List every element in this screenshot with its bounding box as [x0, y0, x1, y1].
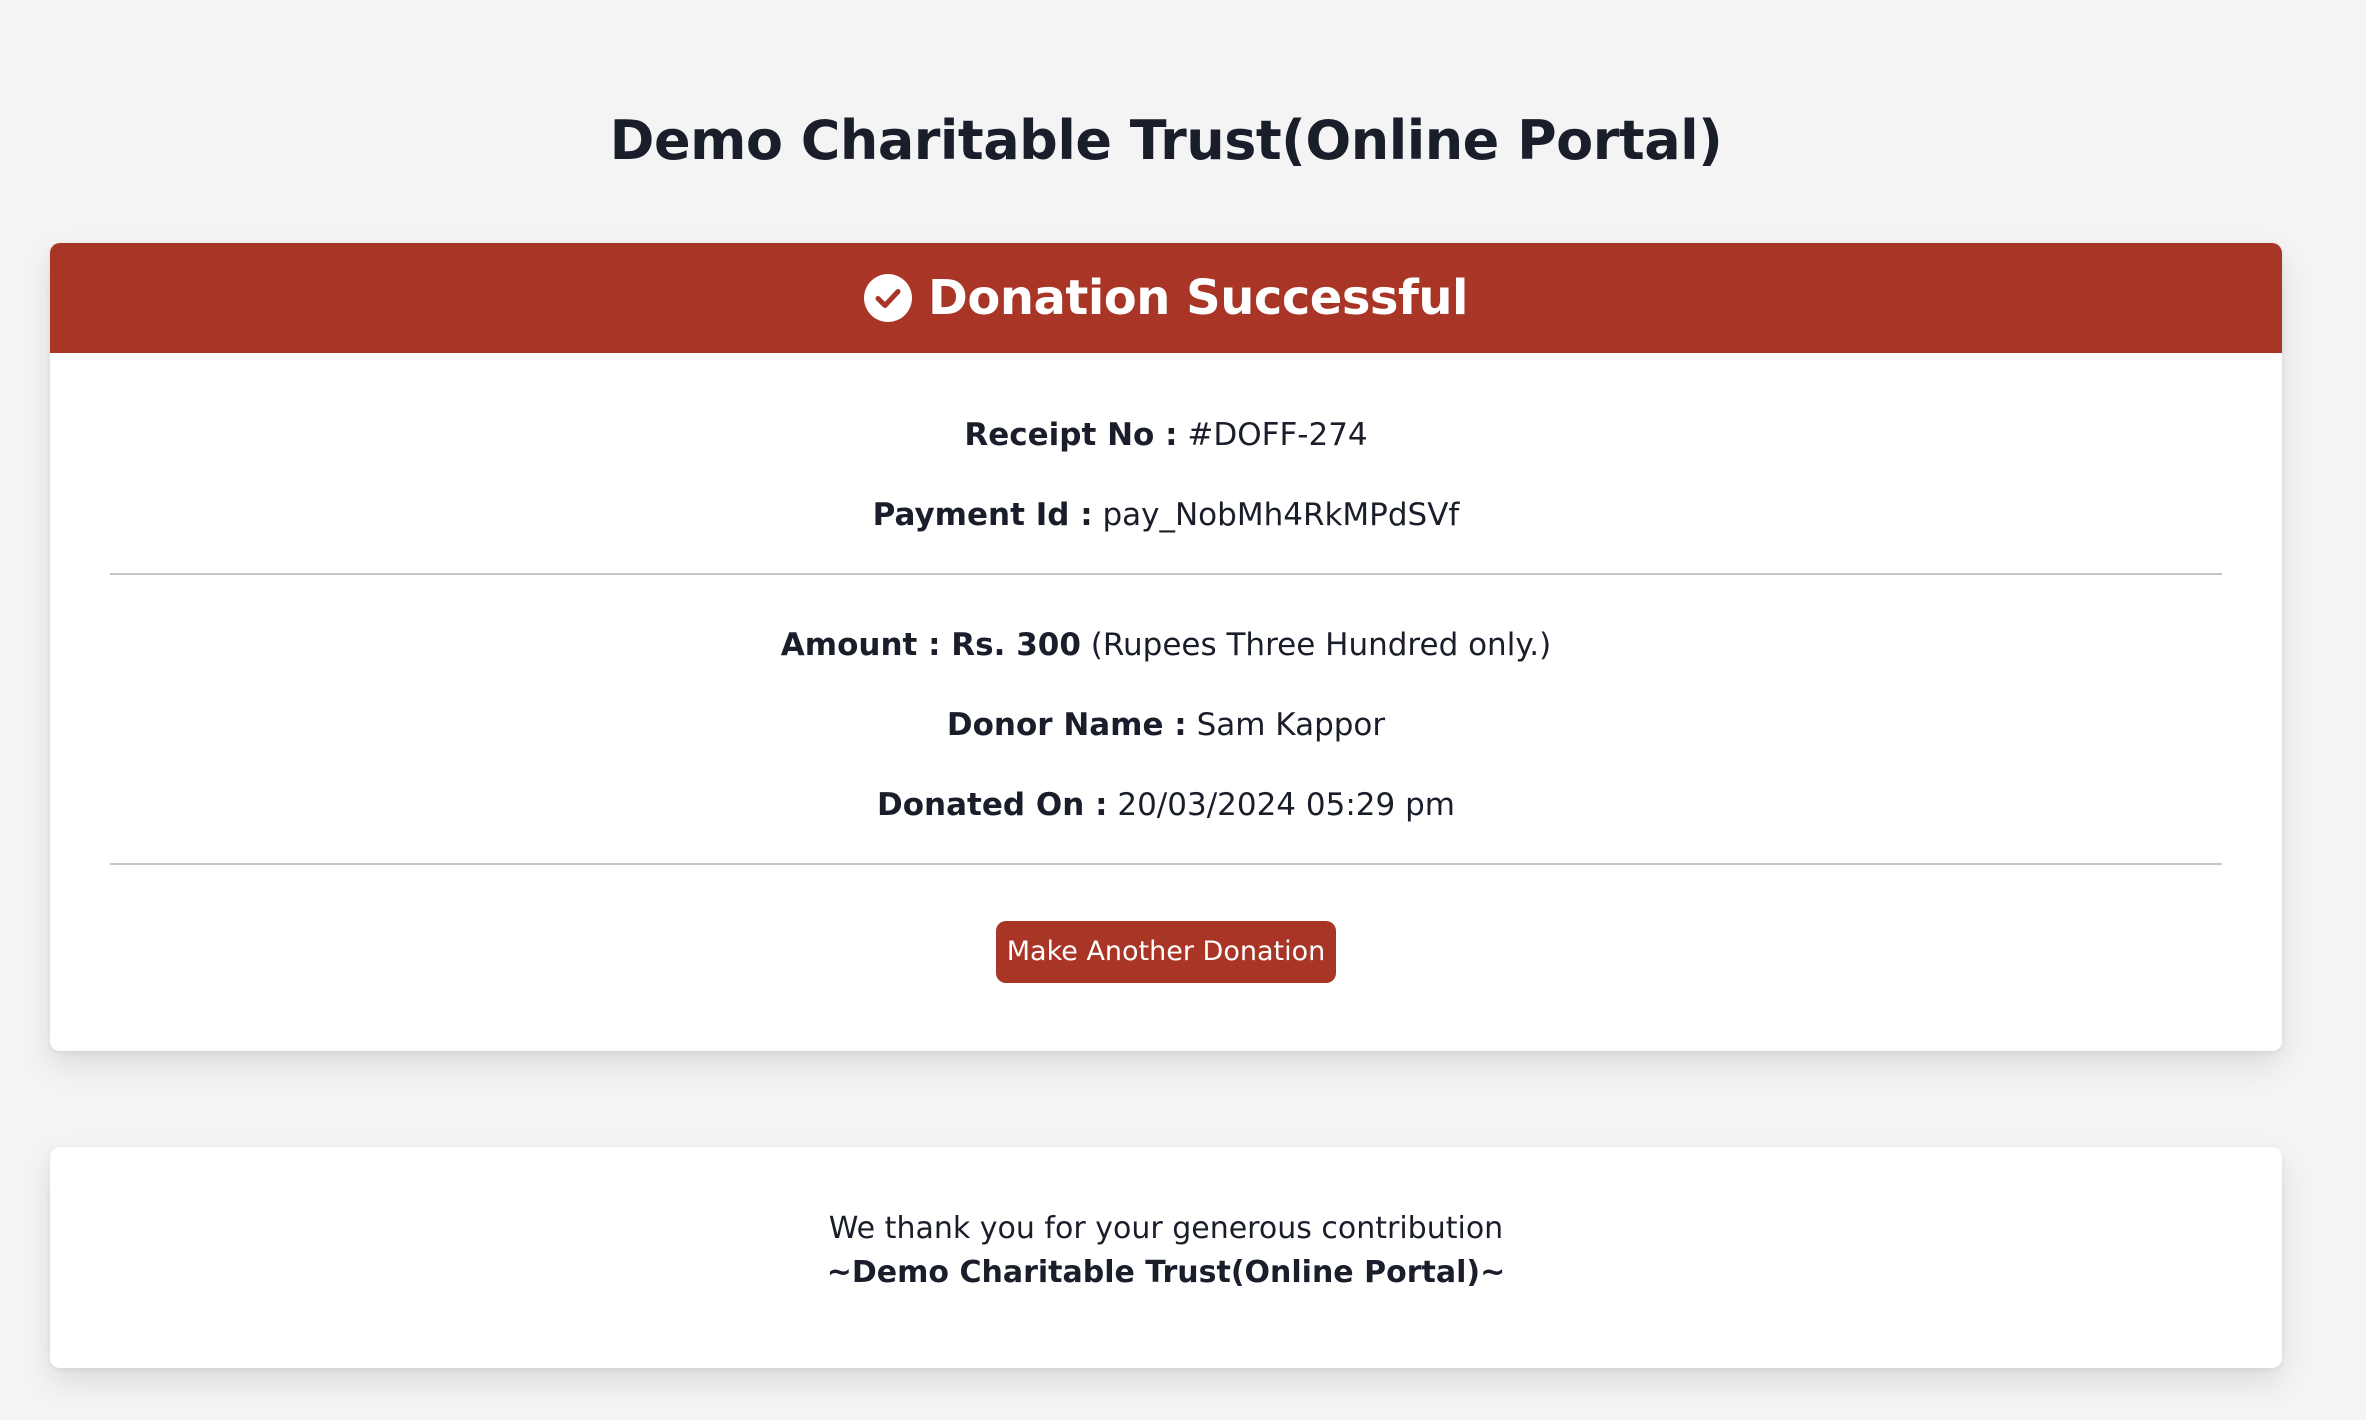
banner-title: Donation Successful	[928, 270, 1469, 326]
success-banner: Donation Successful	[50, 243, 2282, 353]
donated-on-row: Donated On : 20/03/2024 05:29 pm	[50, 783, 2282, 827]
make-another-donation-button[interactable]: Make Another Donation	[996, 921, 1336, 983]
donor-name-value: Sam Kappor	[1196, 707, 1386, 743]
trust-signature: ~Demo Charitable Trust(Online Portal)~	[826, 1255, 1506, 1290]
donated-on-value: 20/03/2024 05:29 pm	[1117, 787, 1455, 823]
donated-on-label: Donated On :	[877, 787, 1108, 823]
receipt-number-row: Receipt No : #DOFF-274	[50, 413, 2282, 457]
payment-id-label: Payment Id :	[872, 497, 1093, 533]
receipt-card: Donation Successful Receipt No : #DOFF-2…	[50, 243, 2282, 1051]
amount-row: Amount : Rs. 300 (Rupees Three Hundred o…	[50, 623, 2282, 667]
amount-label: Amount : Rs. 300	[780, 627, 1081, 663]
thank-you-message: We thank you for your generous contribut…	[828, 1211, 1504, 1246]
donor-name-row: Donor Name : Sam Kappor	[50, 703, 2282, 747]
receipt-number-value: #DOFF-274	[1187, 417, 1368, 453]
payment-id-value: pay_NobMh4RkMPdSVf	[1102, 497, 1460, 533]
donor-name-label: Donor Name :	[946, 707, 1187, 743]
check-circle-icon	[864, 274, 912, 322]
divider	[110, 573, 2222, 575]
receipt-number-label: Receipt No :	[964, 417, 1178, 453]
page-title: Demo Charitable Trust(Online Portal)	[609, 109, 1723, 172]
amount-in-words: (Rupees Three Hundred only.)	[1090, 627, 1552, 663]
payment-id-row: Payment Id : pay_NobMh4RkMPdSVf	[50, 493, 2282, 537]
thank-you-card: We thank you for your generous contribut…	[50, 1147, 2282, 1368]
divider	[110, 863, 2222, 865]
